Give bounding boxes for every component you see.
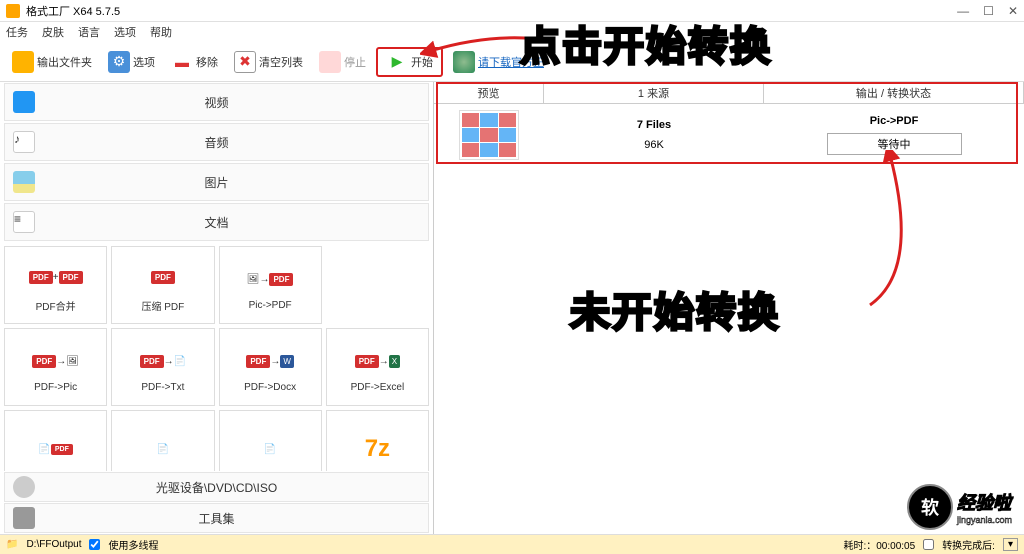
category-audio[interactable]: ♪音频 — [4, 123, 429, 161]
folder-icon — [12, 51, 34, 73]
remove-icon: ▬ — [171, 51, 193, 73]
category-optical[interactable]: 光驱设备\DVD\CD\ISO — [4, 472, 429, 502]
remove-button[interactable]: ▬移除 — [165, 47, 224, 77]
output-folder-button[interactable]: 输出文件夹 — [6, 47, 98, 77]
disc-icon — [13, 476, 35, 498]
menu-help[interactable]: 帮助 — [150, 24, 172, 40]
window-title: 格式工厂 X64 5.7.5 — [26, 3, 120, 19]
col-output[interactable]: 输出 / 转换状态 — [764, 82, 1024, 103]
after-done-label: 转换完成后: — [942, 537, 995, 552]
elapsed-time: 耗时:：00:00:05 — [843, 537, 915, 552]
audio-icon: ♪ — [13, 131, 35, 153]
stop-button[interactable]: 停止 — [313, 47, 372, 77]
tile-partial-4[interactable]: 7z — [326, 410, 429, 471]
category-video[interactable]: 视频 — [4, 83, 429, 121]
tile-pdf-to-docx[interactable]: PDF→WPDF->Docx — [219, 328, 322, 406]
multithread-label: 使用多线程 — [108, 537, 158, 552]
window-controls: — ☐ ✕ — [957, 4, 1018, 18]
tile-partial-3[interactable]: 📄 — [219, 410, 322, 471]
tile-partial-1[interactable]: 📄PDF — [4, 410, 107, 471]
output-path[interactable]: D:\FFOutput — [26, 539, 81, 550]
after-done-checkbox[interactable] — [923, 539, 934, 550]
category-document[interactable]: ≡文档 — [4, 203, 429, 241]
start-button[interactable]: ▶开始 — [376, 47, 443, 77]
file-size: 96K — [644, 139, 664, 151]
task-header: 预览 1 来源 输出 / 转换状态 — [434, 82, 1024, 104]
conversion-status: 等待中 — [827, 133, 962, 155]
gear-icon: ⚙ — [108, 51, 130, 73]
status-bar: 📁 D:\FFOutput 使用多线程 耗时:：00:00:05 转换完成后: … — [0, 534, 1024, 554]
file-count: 7 Files — [637, 119, 671, 131]
conversion-grid: PDF+PDFPDF合并 PDF压缩 PDF 🖼→PDFPic->PDF PDF… — [0, 242, 433, 471]
menu-tasks[interactable]: 任务 — [6, 24, 28, 40]
col-source[interactable]: 1 来源 — [544, 82, 764, 103]
col-preview[interactable]: 预览 — [434, 82, 544, 103]
official-link[interactable]: 请下载官方正 — [447, 47, 550, 77]
options-button[interactable]: ⚙选项 — [102, 47, 161, 77]
clear-icon: ✖ — [234, 51, 256, 73]
clear-list-button[interactable]: ✖清空列表 — [228, 47, 309, 77]
left-panel: 视频 ♪音频 图片 ≡文档 PDF+PDFPDF合并 PDF压缩 PDF 🖼→P… — [0, 82, 434, 534]
tile-pdf-to-excel[interactable]: PDF→XPDF->Excel — [326, 328, 429, 406]
menu-bar: 任务 皮肤 语言 选项 帮助 — [0, 22, 1024, 42]
tile-compress-pdf[interactable]: PDF压缩 PDF — [111, 246, 214, 324]
multithread-checkbox[interactable] — [89, 539, 100, 550]
task-panel: 预览 1 来源 输出 / 转换状态 7 Files 96K Pic->PDF 等… — [434, 82, 1024, 534]
title-bar: 格式工厂 X64 5.7.5 — ☐ ✕ — [0, 0, 1024, 22]
folder-small-icon: 📁 — [6, 539, 18, 550]
watermark: 软 经验啦 jingyanla.com — [907, 484, 1012, 530]
minimize-button[interactable]: — — [957, 4, 969, 18]
tile-pdf-to-pic[interactable]: PDF→🖼PDF->Pic — [4, 328, 107, 406]
tile-partial-2[interactable]: 📄 — [111, 410, 214, 471]
thumbnail — [459, 110, 519, 160]
category-toolbox[interactable]: 工具集 — [4, 503, 429, 533]
task-row[interactable]: 7 Files 96K Pic->PDF 等待中 — [434, 104, 1024, 166]
close-button[interactable]: ✕ — [1008, 4, 1018, 18]
globe-icon — [453, 51, 475, 73]
play-icon: ▶ — [386, 51, 408, 73]
tile-pdf-to-txt[interactable]: PDF→📄PDF->Txt — [111, 328, 214, 406]
video-icon — [13, 91, 35, 113]
menu-language[interactable]: 语言 — [78, 24, 100, 40]
watermark-badge: 软 — [907, 484, 953, 530]
watermark-text: 经验啦 — [957, 489, 1012, 515]
document-icon: ≡ — [13, 211, 35, 233]
menu-skin[interactable]: 皮肤 — [42, 24, 64, 40]
menu-options[interactable]: 选项 — [114, 24, 136, 40]
conversion-target: Pic->PDF — [870, 115, 919, 127]
toolbar: 输出文件夹 ⚙选项 ▬移除 ✖清空列表 停止 ▶开始 请下载官方正 — [0, 42, 1024, 82]
maximize-button[interactable]: ☐ — [983, 4, 994, 18]
stop-icon — [319, 51, 341, 73]
tile-pdf-merge[interactable]: PDF+PDFPDF合并 — [4, 246, 107, 324]
image-icon — [13, 171, 35, 193]
watermark-url: jingyanla.com — [957, 515, 1012, 525]
toolbox-icon — [13, 507, 35, 529]
dropdown-icon[interactable]: ▾ — [1003, 538, 1018, 551]
app-icon — [6, 4, 20, 18]
category-image[interactable]: 图片 — [4, 163, 429, 201]
tile-pic-to-pdf[interactable]: 🖼→PDFPic->PDF — [219, 246, 322, 324]
